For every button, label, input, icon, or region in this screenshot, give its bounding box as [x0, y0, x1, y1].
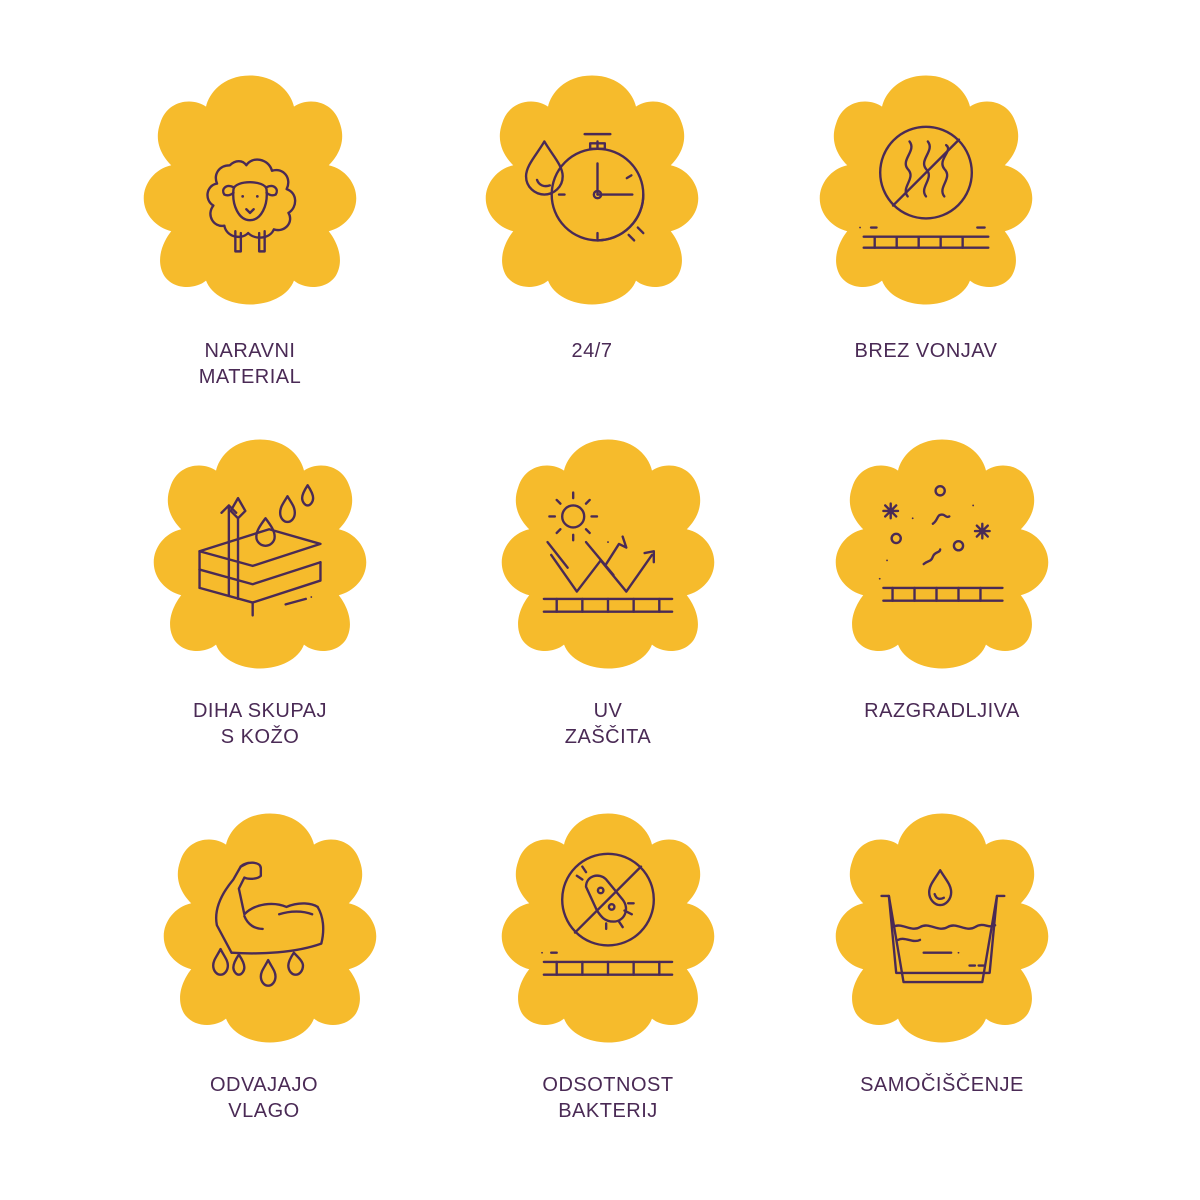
feature-label: 24/7: [571, 340, 613, 362]
breathable-layers-icon: [153, 439, 367, 669]
badge: [488, 808, 728, 1048]
badge: [140, 434, 380, 674]
no-bacteria-icon: [501, 813, 715, 1043]
feature-label: UV ZAŠČITA: [564, 700, 652, 748]
no-odor-icon: [819, 75, 1033, 305]
sheep-icon: [143, 75, 357, 305]
feature-label: NARAVNI MATERIAL: [198, 340, 302, 388]
feature-label: DIHA SKUPAJ S KOŽO: [192, 700, 328, 748]
badge: [488, 434, 728, 674]
badge: [806, 70, 1046, 310]
biodegradable-icon: [835, 439, 1049, 669]
feature-label: RAZGRADLJIVA: [864, 700, 1020, 722]
badge: [130, 70, 370, 310]
feature-grid: NARAVNI MATERIAL 24/7 BREZ VONJAV DIHA S…: [0, 0, 1200, 1200]
feature-label: ODSOTNOST BAKTERIJ: [542, 1074, 674, 1122]
feature-label: BREZ VONJAV: [854, 340, 998, 362]
uv-protection-icon: [501, 439, 715, 669]
stopwatch-drop-icon: [485, 75, 699, 305]
badge: [472, 70, 712, 310]
feature-label: SAMOČIŠČENJE: [860, 1074, 1024, 1096]
badge: [822, 434, 1062, 674]
feature-label: ODVAJAJO VLAGO: [209, 1074, 319, 1122]
badge: [150, 808, 390, 1048]
moisture-wicking-arm-icon: [163, 813, 377, 1043]
badge: [822, 808, 1062, 1048]
self-cleaning-icon: [835, 813, 1049, 1043]
